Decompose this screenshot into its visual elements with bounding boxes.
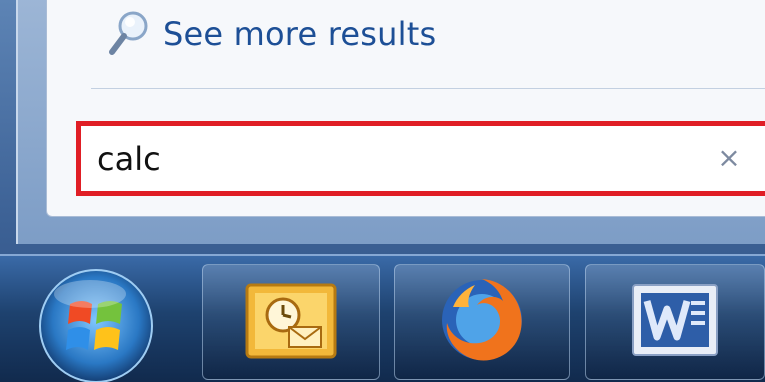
taskbar-outlook-button[interactable] (202, 264, 380, 380)
outlook-icon (243, 277, 339, 367)
search-icon (107, 9, 151, 59)
firefox-icon (433, 271, 531, 373)
menu-divider (91, 88, 765, 89)
word-icon (627, 279, 723, 365)
desktop-screen: See more results × (0, 0, 765, 382)
taskbar (0, 254, 765, 382)
see-more-results-link[interactable]: See more results (107, 8, 436, 60)
windows-start-orb-icon[interactable] (30, 266, 162, 382)
taskbar-word-button[interactable] (585, 264, 765, 380)
search-field-highlight: × (76, 121, 765, 196)
clear-search-icon[interactable]: × (715, 144, 743, 172)
see-more-results-label: See more results (163, 15, 437, 53)
taskbar-firefox-button[interactable] (394, 264, 570, 380)
search-input[interactable] (97, 136, 657, 182)
